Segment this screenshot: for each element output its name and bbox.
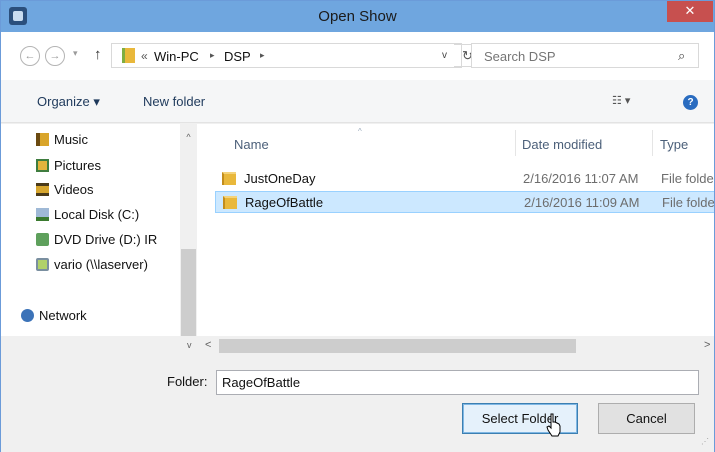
back-button[interactable]: ←	[20, 46, 40, 66]
forward-button[interactable]: →	[45, 46, 65, 66]
column-divider[interactable]	[515, 130, 516, 156]
file-list: ^ Name Date modified Type JustOneDay 2/1…	[197, 124, 714, 336]
address-dropdown-icon[interactable]: v	[442, 50, 447, 61]
nav-item-videos[interactable]: Videos	[36, 182, 186, 202]
nav-item-vario[interactable]: vario (\\laserver)	[36, 257, 186, 277]
videos-folder-icon	[36, 183, 49, 196]
nav-item-dvd-drive[interactable]: DVD Drive (D:) IR	[36, 232, 186, 252]
folder-icon	[222, 172, 236, 185]
scrollbar-thumb[interactable]	[219, 339, 576, 353]
window-title: Open Show	[318, 8, 397, 25]
file-name: RageOfBattle	[245, 195, 324, 210]
breadcrumb-separator-icon[interactable]: ▸	[260, 50, 265, 61]
up-button[interactable]: ↑	[94, 46, 102, 63]
nav-item-label: Pictures	[54, 158, 101, 173]
open-show-dialog: Open Show ✕ ← → ▾ ↑ « Win-PC ▸ DSP ▸ v ↻…	[0, 0, 715, 452]
nav-item-label: Local Disk (C:)	[54, 207, 140, 222]
file-date: 2/16/2016 11:09 AM	[524, 195, 640, 210]
scroll-up-icon[interactable]: ^	[180, 132, 197, 142]
scroll-left-icon[interactable]: <	[205, 339, 211, 351]
nav-item-label: Music	[54, 132, 88, 147]
breadcrumb-win-pc[interactable]: Win-PC	[154, 49, 199, 64]
folder-icon	[122, 48, 135, 63]
file-type: File folder	[662, 195, 714, 210]
sort-ascending-icon: ^	[358, 127, 362, 136]
close-button[interactable]: ✕	[667, 1, 713, 22]
network-icon	[21, 309, 34, 322]
resize-grip-icon[interactable]: ⋰	[701, 437, 709, 446]
folder-icon	[223, 196, 237, 209]
nav-item-pictures[interactable]: Pictures	[36, 158, 186, 178]
file-type: File folder	[661, 171, 714, 186]
file-name: JustOneDay	[244, 171, 316, 186]
organize-button[interactable]: Organize ▾	[37, 94, 100, 110]
nav-pane-scrollbar[interactable]: ^	[180, 124, 197, 336]
scroll-down-icon[interactable]: v	[187, 340, 192, 350]
dialog-footer: Folder: Select Folder Cancel ⋰	[1, 357, 714, 452]
mouse-cursor-icon	[546, 413, 561, 437]
new-folder-button[interactable]: New folder	[143, 94, 205, 109]
local-disk-icon	[36, 208, 49, 221]
folder-input[interactable]	[216, 370, 699, 395]
file-row-rageofbattle[interactable]: RageOfBattle 2/16/2016 11:09 AM File fol…	[215, 191, 714, 213]
nav-item-local-disk[interactable]: Local Disk (C:)	[36, 207, 186, 227]
nav-item-label: Network	[39, 308, 87, 323]
address-bar[interactable]: « Win-PC ▸ DSP ▸ v	[111, 43, 462, 68]
column-header-name[interactable]: Name	[234, 137, 269, 152]
scrollbar-thumb[interactable]	[181, 249, 196, 336]
pictures-folder-icon	[36, 159, 49, 172]
nav-item-music[interactable]: Music	[36, 132, 186, 152]
command-toolbar: Organize ▾ New folder ☷ ▾ ?	[1, 80, 714, 123]
column-header-date-modified[interactable]: Date modified	[522, 137, 602, 152]
file-date: 2/16/2016 11:07 AM	[523, 171, 639, 186]
breadcrumb-separator-icon[interactable]: ▸	[210, 50, 215, 61]
column-divider[interactable]	[652, 130, 653, 156]
search-box[interactable]: ⌕	[471, 43, 699, 68]
network-drive-icon	[36, 258, 49, 271]
search-icon[interactable]: ⌕	[678, 48, 685, 64]
navigation-bar: ← → ▾ ↑ « Win-PC ▸ DSP ▸ v ↻ ⌕	[1, 32, 714, 80]
nav-item-network[interactable]: Network	[21, 308, 171, 328]
folder-label: Folder:	[167, 374, 208, 389]
column-header-type[interactable]: Type	[660, 137, 688, 152]
scroll-right-icon[interactable]: >	[704, 339, 710, 351]
nav-item-label: DVD Drive (D:) IR	[54, 232, 158, 247]
breadcrumb-dsp[interactable]: DSP	[224, 49, 251, 64]
search-input[interactable]	[484, 48, 664, 64]
dvd-drive-icon	[36, 233, 49, 246]
music-folder-icon	[36, 133, 49, 146]
file-row-justoneday[interactable]: JustOneDay 2/16/2016 11:07 AM File folde…	[215, 168, 714, 190]
change-view-button[interactable]: ☷ ▾	[612, 94, 630, 107]
help-icon[interactable]: ?	[683, 95, 698, 110]
title-bar[interactable]: Open Show ✕	[1, 1, 714, 32]
recent-locations-dropdown[interactable]: ▾	[73, 48, 78, 59]
horizontal-scrollbar[interactable]: < >	[197, 336, 714, 356]
navigation-pane: Music Pictures Videos Local Disk (C:) DV…	[1, 124, 196, 336]
nav-item-label: vario (\\laserver)	[54, 257, 148, 272]
nav-item-label: Videos	[54, 182, 94, 197]
overflow-chevrons[interactable]: «	[141, 49, 148, 63]
cancel-button[interactable]: Cancel	[598, 403, 695, 434]
